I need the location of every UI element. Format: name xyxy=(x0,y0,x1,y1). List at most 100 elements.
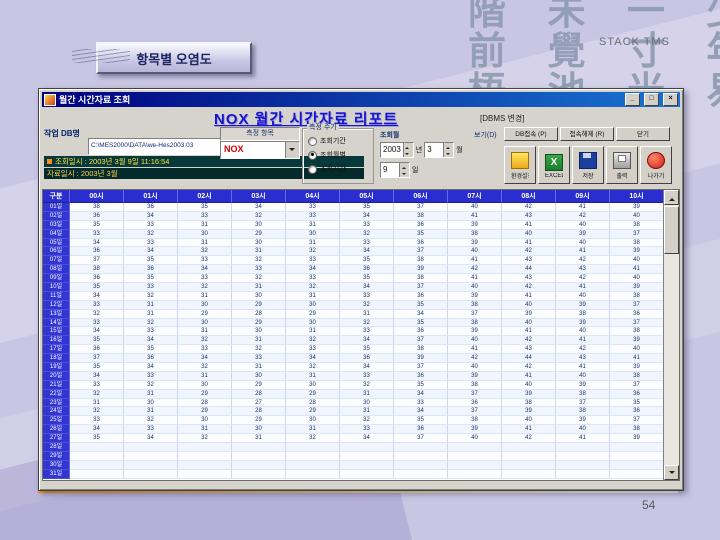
grid-cell: 31 xyxy=(232,363,286,372)
table-row: 11일 34 32 31 30 31 33 36 39 41 40 38 xyxy=(43,291,663,301)
save-icon xyxy=(579,152,597,169)
grid-cell: 41 xyxy=(556,336,610,346)
grid-cell: 41 xyxy=(502,425,556,435)
close-panel-button[interactable]: 닫기 xyxy=(616,127,670,141)
grid-cell: 37 xyxy=(448,389,502,399)
month-spinner[interactable]: 3 xyxy=(424,142,455,158)
scrollbar-track[interactable] xyxy=(664,205,679,465)
grid-cell: 43 xyxy=(502,345,556,355)
grid-cell: 40 xyxy=(502,300,556,310)
table-row: 02일 36 34 33 32 33 34 38 41 43 42 40 xyxy=(43,211,663,221)
grid-cell xyxy=(502,451,556,461)
excel-export-button[interactable]: X EXCEL xyxy=(538,146,570,184)
grid-cell: 31 xyxy=(124,407,178,417)
grid-cell: 39 xyxy=(610,336,663,346)
grid-cell: 39 xyxy=(556,416,610,426)
grid-cell: 33 xyxy=(124,220,178,230)
save-button[interactable]: 저장 xyxy=(572,146,604,184)
row-label: 04일 xyxy=(43,229,70,239)
day-spinner[interactable]: 9 xyxy=(380,162,410,178)
grid-cell: 31 xyxy=(124,300,178,310)
print-button[interactable]: 출력 xyxy=(606,146,638,184)
radio-period-hour[interactable]: 조회시간 xyxy=(308,164,346,174)
toolbar: 환경설정 X EXCEL 저장 출력 xyxy=(504,146,672,184)
grid-cell xyxy=(232,460,286,470)
maximize-button[interactable]: □ xyxy=(644,93,659,106)
grid-cell: 34 xyxy=(394,407,448,417)
row-label: 23일 xyxy=(43,398,70,408)
grid-cell xyxy=(178,460,232,470)
row-label: 11일 xyxy=(43,291,70,301)
radio-group-title: 측정 주기 xyxy=(307,124,339,132)
grid-cell: 41 xyxy=(502,220,556,230)
grid-cell: 36 xyxy=(394,220,448,230)
db-path-field[interactable]: C:\MES2000\DATA\we-Hes2003.03 xyxy=(88,138,222,155)
grid-cell: 35 xyxy=(178,203,232,212)
slide-title: 항목별 오염도 xyxy=(72,42,252,74)
grid-cell: 31 xyxy=(286,371,340,381)
grid-cell xyxy=(610,460,663,470)
grid-cell xyxy=(448,443,502,452)
table-row: 20일 34 33 31 30 31 33 36 39 41 40 38 xyxy=(43,371,663,381)
table-row: 23일 31 30 28 27 28 30 33 36 38 37 35 xyxy=(43,398,663,408)
data-table[interactable]: 구분 00시 01시 02시 03시 04시 05시 06시 07시 08시 09시 10시 01일 3… xyxy=(42,189,680,481)
item-select[interactable]: NOX xyxy=(220,141,300,159)
db-disconnect-button[interactable]: 접속해제 (R) xyxy=(560,127,614,141)
scroll-up-icon[interactable] xyxy=(664,190,679,205)
query-time-text: 조회일시 : 2003년 3월 9일 11:16:54 xyxy=(55,157,170,166)
row-label: 26일 xyxy=(43,425,70,435)
grid-cell: 39 xyxy=(448,425,502,435)
grid-cell: 38 xyxy=(610,291,663,301)
spinner-arrows-icon[interactable] xyxy=(443,143,454,157)
table-row: 25일 33 32 30 29 30 32 35 38 40 39 37 xyxy=(43,416,663,426)
chevron-down-icon[interactable] xyxy=(285,142,299,158)
grid-cell: 42 xyxy=(502,203,556,212)
grid-cell: 28 xyxy=(286,398,340,408)
grid-cell: 40 xyxy=(448,434,502,444)
settings-button[interactable]: 환경설정 xyxy=(504,146,536,184)
grid-cell: 32 xyxy=(124,229,178,239)
exit-button[interactable]: 나가기 xyxy=(640,146,672,184)
grid-cell: 34 xyxy=(124,247,178,257)
grid-cell: 33 xyxy=(70,300,124,310)
grid-cell: 32 xyxy=(232,256,286,266)
corner-label: STACK TMS xyxy=(599,36,670,48)
table-row: 15일 34 33 31 30 31 33 36 39 41 40 38 xyxy=(43,327,663,337)
table-row: 31일 xyxy=(43,469,663,479)
radio-period-month[interactable]: 조회월별 xyxy=(308,150,346,160)
view-option-label: 보기(D) xyxy=(474,132,497,139)
row-label: 18일 xyxy=(43,354,70,364)
minimize-button[interactable]: _ xyxy=(625,93,640,106)
row-label: 02일 xyxy=(43,211,70,221)
grid-cell: 32 xyxy=(124,416,178,426)
grid-cell: 36 xyxy=(610,309,663,319)
close-button[interactable]: × xyxy=(663,93,678,106)
grid-cell: 32 xyxy=(286,283,340,292)
vertical-scrollbar[interactable] xyxy=(663,190,679,480)
grid-cell: 40 xyxy=(610,274,663,284)
row-label: 05일 xyxy=(43,238,70,248)
grid-column-header: 10시 xyxy=(610,190,663,203)
spinner-arrows-icon[interactable] xyxy=(402,143,413,157)
row-label: 17일 xyxy=(43,345,70,355)
table-row: 26일 34 33 31 30 31 33 36 39 41 40 38 xyxy=(43,425,663,435)
scroll-down-icon[interactable] xyxy=(664,465,679,480)
window-titlebar[interactable]: 월간 시간자료 조회 _ □ × xyxy=(42,92,680,107)
grid-cell: 32 xyxy=(70,309,124,319)
grid-cell: 34 xyxy=(178,265,232,275)
grid-cell xyxy=(70,469,124,479)
grid-cell: 32 xyxy=(286,434,340,444)
grid-cell: 36 xyxy=(394,327,448,337)
scrollbar-thumb[interactable] xyxy=(664,206,679,254)
grid-cell: 37 xyxy=(394,363,448,372)
db-connect-button[interactable]: DB접속 (P) xyxy=(504,127,558,141)
grid-cell: 36 xyxy=(70,247,124,257)
grid-cell: 39 xyxy=(556,300,610,310)
year-spinner[interactable]: 2003 xyxy=(380,142,414,158)
grid-cell: 31 xyxy=(232,336,286,346)
spinner-arrows-icon[interactable] xyxy=(399,163,409,177)
radio-label: 조회월별 xyxy=(320,152,346,159)
grid-cell xyxy=(448,451,502,461)
radio-period-range[interactable]: 조회기간 xyxy=(308,136,346,146)
grid-cell xyxy=(232,469,286,479)
